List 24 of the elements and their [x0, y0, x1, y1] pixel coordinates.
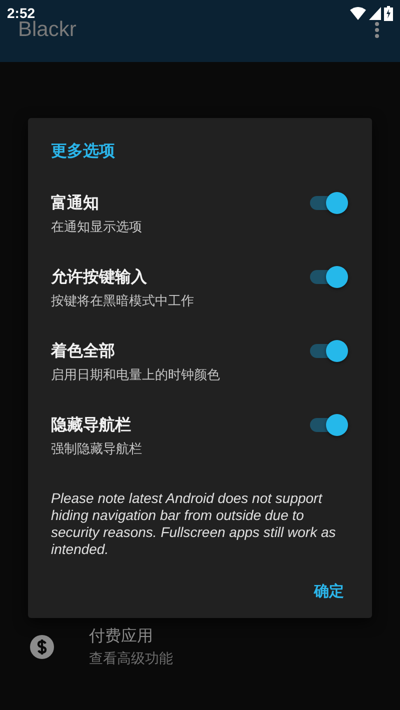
option-subtitle: 在通知显示选项	[51, 218, 142, 236]
dialog-title: 更多选项	[51, 141, 116, 162]
app-title: Blackr	[18, 23, 76, 37]
toggle-switch[interactable]	[308, 264, 348, 290]
status-time: 2:52	[7, 5, 36, 21]
toggle-switch[interactable]	[308, 190, 348, 216]
battery-icon	[384, 6, 393, 20]
item-title: 付费应用	[89, 626, 154, 647]
toggle-switch[interactable]	[308, 412, 348, 438]
item-subtitle: 查看高级功能	[89, 650, 173, 668]
option-title: 允许按键输入	[51, 266, 148, 288]
option-title: 隐藏导航栏	[51, 414, 132, 436]
option-subtitle: 强制隐藏导航栏	[51, 440, 142, 458]
toggle-switch[interactable]	[308, 338, 348, 364]
option-title: 着色全部	[51, 340, 116, 362]
option-subtitle: 按键将在黑暗模式中工作	[51, 292, 194, 310]
option-subtitle: 启用日期和电量上的时钟颜色	[51, 366, 220, 384]
option-title: 富通知	[51, 192, 100, 214]
ok-button[interactable]: 确定	[304, 576, 354, 607]
dollar-icon	[30, 635, 54, 659]
more-menu-icon[interactable]	[374, 21, 380, 39]
wifi-icon	[350, 6, 366, 20]
signal-icon	[369, 6, 381, 20]
note-text: Please note latest Android does not support hiding navigation bar from outside due to security reasons. Fullscreen apps still work as intended.	[51, 490, 337, 558]
